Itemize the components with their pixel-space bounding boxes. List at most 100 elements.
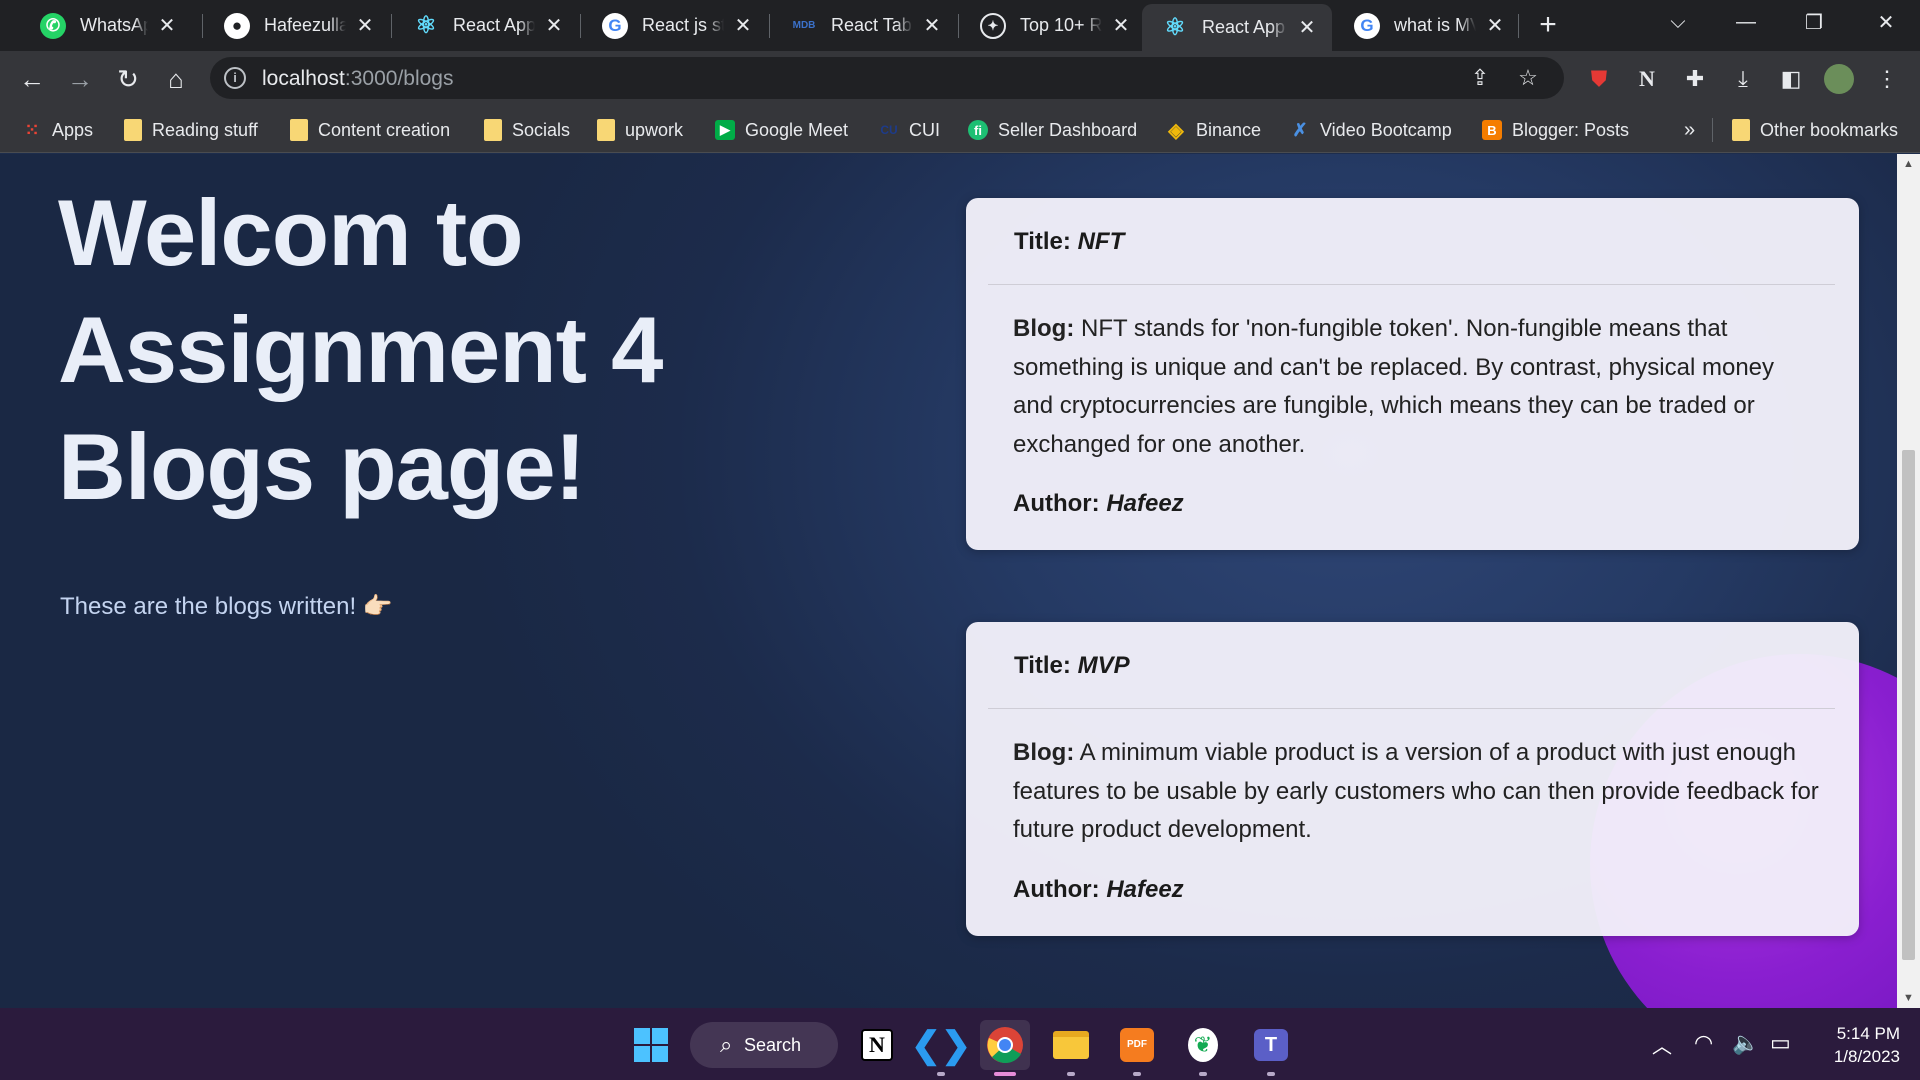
pdf-icon: PDF [1120, 1028, 1154, 1062]
tab-what-is-mvp[interactable]: G what is MV ✕ [1334, 0, 1520, 51]
bookmark-content-creation[interactable]: Content creation [290, 116, 450, 144]
mdb-icon: MDB [792, 20, 816, 31]
tab-github[interactable]: ● Hafeezullah ✕ [204, 0, 390, 51]
close-tab-icon[interactable]: ✕ [543, 15, 565, 37]
close-window-icon[interactable]: ✕ [1852, 0, 1920, 44]
bookmark-other-bookmarks[interactable]: Other bookmarks [1732, 116, 1898, 144]
start-button[interactable] [626, 1020, 676, 1070]
mongodb-leaf-icon: ❦ [1188, 1028, 1218, 1062]
close-tab-icon[interactable]: ✕ [1484, 15, 1506, 37]
bookmark-upwork[interactable]: upwork [597, 116, 683, 144]
tab-whatsapp[interactable]: ✆ WhatsApp ✕ [20, 0, 192, 51]
scrollbar-thumb[interactable] [1902, 450, 1915, 960]
bookmark-reading-stuff[interactable]: Reading stuff [124, 116, 258, 144]
volume-icon[interactable]: 🔈 [1732, 1030, 1759, 1056]
teams-icon: T [1254, 1029, 1288, 1061]
bookmarks-overflow-button[interactable]: » [1684, 116, 1695, 144]
bookmarks-bar: ⁙ Apps Reading stuff Content creation So… [0, 106, 1920, 153]
taskbar-teams[interactable]: T [1246, 1020, 1296, 1076]
blog-body-text: A minimum viable product is a version of… [1013, 739, 1819, 843]
bookmark-star-icon[interactable]: ☆ [1514, 64, 1542, 92]
tab-search-chevron-icon[interactable]: ⌵ [1644, 0, 1712, 44]
clock-time: 5:14 PM [1836, 1024, 1900, 1043]
blog-author-value: Hafeez [1106, 876, 1184, 903]
whatsapp-icon: ✆ [40, 12, 66, 39]
tab-react-js-style[interactable]: G React js styl ✕ [582, 0, 768, 51]
folder-icon [597, 119, 615, 141]
address-bar[interactable]: i localhost:3000/blogs ⇪ ☆ [210, 57, 1564, 99]
download-icon[interactable]: ⤓ [1728, 64, 1758, 94]
side-panel-icon[interactable]: ◧ [1776, 64, 1806, 94]
tab-label: React Table [831, 15, 913, 35]
bookmark-video-bootcamp[interactable]: ✗ Video Bootcamp [1290, 116, 1451, 144]
bookmark-blogger-posts[interactable]: B Blogger: Posts [1482, 116, 1629, 144]
tab-react-app-active[interactable]: ⚛ React App ✕ [1142, 4, 1332, 51]
bookmark-label: Content creation [318, 119, 451, 140]
tab-top-10[interactable]: ✦ Top 10+ Re ✕ [960, 0, 1146, 51]
home-icon[interactable]: ⌂ [156, 59, 196, 99]
bookmark-apps[interactable]: ⁙ Apps [22, 116, 93, 144]
taskbar-search[interactable]: ⌕ Search [690, 1022, 838, 1068]
tab-separator [1518, 14, 1519, 38]
site-icon: ✦ [980, 12, 1006, 39]
scroll-up-arrow-icon[interactable]: ▲ [1897, 154, 1920, 174]
blogger-icon: B [1482, 120, 1502, 140]
reload-icon[interactable]: ↻ [108, 59, 148, 99]
tab-react-app[interactable]: ⚛ React App ✕ [393, 0, 579, 51]
url-text[interactable]: localhost:3000/blogs [262, 67, 453, 91]
system-clock[interactable]: 5:14 PM 1/8/2023 [1810, 1022, 1900, 1068]
wifi-icon[interactable]: ◠ [1694, 1030, 1713, 1056]
page-title-line: Blogs page! [58, 414, 586, 519]
battery-icon[interactable]: ▭ [1770, 1030, 1791, 1056]
shield-extension-icon[interactable]: ⛊ [1584, 64, 1614, 94]
windows-taskbar: ⌕ Search N ❮❯ PDF ❦ T ︿ ◠ 🔈 ▭ 5:14 PM 1/… [0, 1008, 1920, 1080]
bookmark-cui[interactable]: CU CUI [879, 116, 940, 144]
close-tab-icon[interactable]: ✕ [1296, 17, 1318, 39]
author-prefix: Author: [1013, 876, 1100, 903]
binance-icon: ◈ [1168, 119, 1184, 142]
blog-prefix: Blog: [1013, 315, 1075, 342]
close-tab-icon[interactable]: ✕ [732, 15, 754, 37]
close-tab-icon[interactable]: ✕ [354, 15, 376, 37]
share-icon[interactable]: ⇪ [1466, 64, 1494, 92]
taskbar-pdf-app[interactable]: PDF [1112, 1020, 1162, 1076]
taskbar-file-explorer[interactable] [1046, 1020, 1096, 1076]
extensions-puzzle-icon[interactable]: ✚ [1680, 64, 1710, 94]
bookmark-label: CUI [909, 119, 940, 140]
taskbar-vscode[interactable]: ❮❯ [911, 1020, 971, 1076]
taskbar-chrome[interactable] [980, 1020, 1030, 1076]
minimize-icon[interactable]: — [1712, 0, 1780, 44]
tab-label: Top 10+ Re [1020, 15, 1102, 35]
forward-arrow-icon[interactable]: → [60, 59, 100, 99]
apps-grid-icon: ⁙ [24, 119, 40, 140]
taskbar-notion[interactable]: N [852, 1020, 902, 1070]
bookmark-google-meet[interactable]: ▶ Google Meet [715, 116, 848, 144]
restore-icon[interactable]: ❐ [1780, 0, 1848, 44]
page-scrollbar[interactable]: ▲ ▼ [1897, 154, 1920, 1008]
google-meet-icon: ▶ [715, 120, 735, 140]
bookmark-socials[interactable]: Socials [484, 116, 570, 144]
close-tab-icon[interactable]: ✕ [156, 15, 178, 37]
close-tab-icon[interactable]: ✕ [1110, 15, 1132, 37]
blog-body: Blog: A minimum viable product is a vers… [1013, 734, 1819, 850]
blog-title: Title: NFT [1014, 228, 1124, 256]
folder-icon [124, 119, 142, 141]
bookmark-label: Reading stuff [152, 119, 258, 140]
new-tab-icon[interactable]: + [1532, 10, 1564, 42]
page-subtitle: These are the blogs written! 👉🏻 [60, 593, 393, 620]
folder-icon [1053, 1031, 1089, 1059]
site-info-icon[interactable]: i [224, 67, 246, 89]
bookmark-seller-dashboard[interactable]: fi Seller Dashboard [968, 116, 1137, 144]
title-prefix: Title: [1014, 228, 1071, 255]
close-tab-icon[interactable]: ✕ [921, 15, 943, 37]
tab-label: React App [1202, 17, 1286, 37]
show-hidden-icons-chevron-icon[interactable]: ︿ [1652, 1030, 1672, 1059]
taskbar-mongodb[interactable]: ❦ [1178, 1020, 1228, 1076]
menu-kebab-icon[interactable]: ⋮ [1872, 64, 1902, 94]
back-arrow-icon[interactable]: ← [12, 59, 52, 99]
tab-react-table[interactable]: MDB React Table ✕ [771, 0, 957, 51]
scroll-down-arrow-icon[interactable]: ▼ [1897, 988, 1920, 1008]
profile-avatar[interactable] [1824, 64, 1854, 94]
bookmark-binance[interactable]: ◈ Binance [1166, 116, 1261, 144]
notion-extension-icon[interactable]: N [1632, 64, 1662, 94]
